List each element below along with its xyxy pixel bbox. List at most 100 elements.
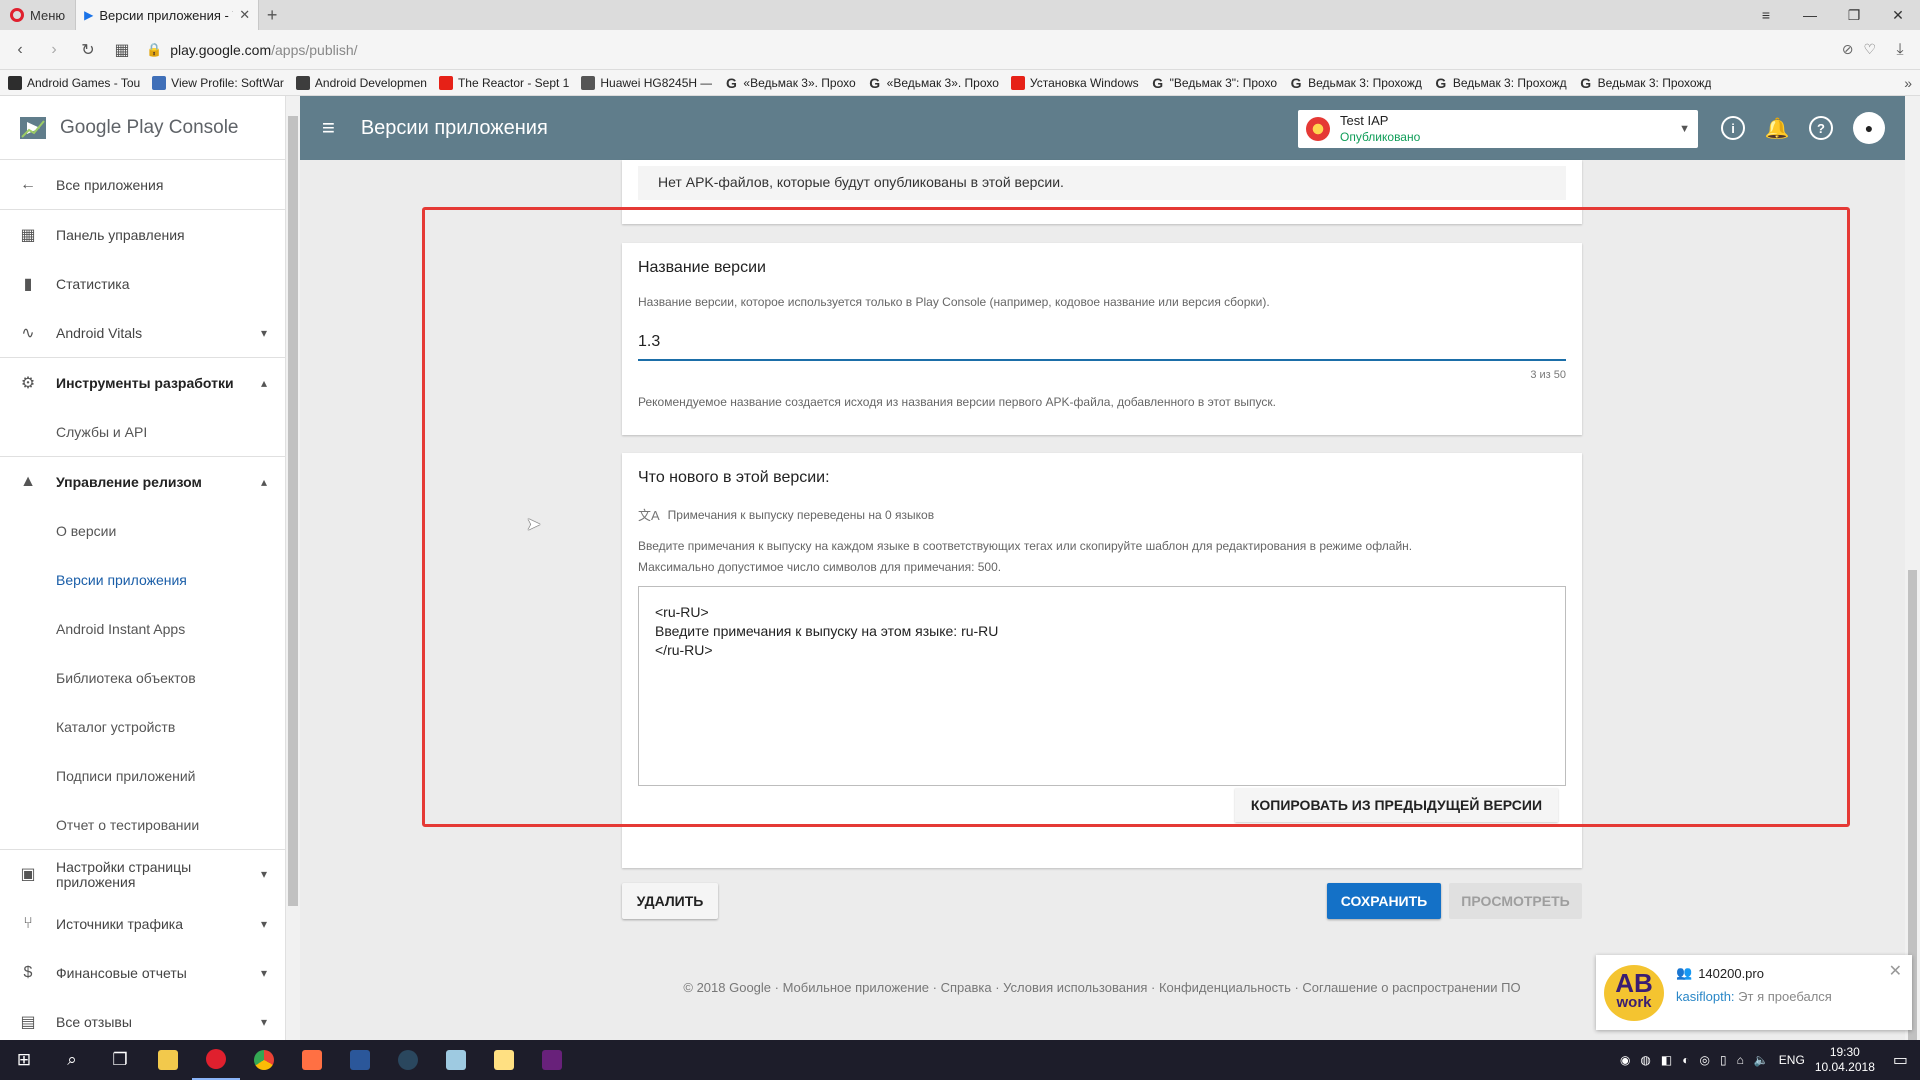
bell-icon[interactable]: 🔔	[1765, 116, 1790, 140]
notepad-icon[interactable]	[432, 1040, 480, 1080]
sidebar-item-all-apps[interactable]: ← Все приложения	[0, 160, 285, 209]
task-view-icon[interactable]: ❐	[96, 1040, 144, 1080]
release-notes-textarea[interactable]: <ru-RU> Введите примечания к выпуску на …	[638, 586, 1566, 786]
bookmark-heart-icon[interactable]: ♡	[1863, 41, 1876, 58]
windows-start-icon[interactable]: ⊞	[0, 1040, 48, 1080]
bookmark-item[interactable]: G Ведьмак 3: Прохожд	[1289, 76, 1422, 90]
sidebar-item-statistics[interactable]: ▮ Статистика	[0, 259, 285, 308]
steam-icon[interactable]	[384, 1040, 432, 1080]
sidebar-item-app-signing[interactable]: Подписи приложений	[0, 751, 285, 800]
opera-menu-label: Меню	[30, 7, 66, 23]
footer-links[interactable]: © 2018 Google · Мобильное приложение · С…	[622, 980, 1582, 995]
info-icon[interactable]: i	[1721, 116, 1745, 140]
tray-app-icon[interactable]: ◐	[1682, 1053, 1689, 1067]
app-name: Test IAP	[1340, 113, 1389, 128]
visual-studio-icon[interactable]	[528, 1040, 576, 1080]
bookmark-item[interactable]: The Reactor - Sept 1	[438, 75, 569, 90]
opera-menu-button[interactable]: Меню	[0, 0, 75, 30]
action-center-icon[interactable]: ▭	[1893, 1050, 1908, 1070]
clock[interactable]: 19:30 10.04.2018	[1815, 1045, 1875, 1075]
file-explorer-icon[interactable]	[144, 1040, 192, 1080]
bookmark-item[interactable]: G Ведьмак 3: Прохожд	[1579, 76, 1711, 90]
chat-notification[interactable]: AB work 👥 140200.pro kasiflopth: Эт я пр…	[1596, 955, 1912, 1030]
sidebar-item-app-releases[interactable]: Версии приложения	[0, 555, 285, 604]
minimize-button[interactable]: —	[1788, 0, 1832, 30]
bookmark-item[interactable]: G Ведьмак 3: Прохожд	[1434, 76, 1566, 90]
menu-icon[interactable]: ≡	[322, 115, 335, 141]
forward-icon[interactable]: ›	[44, 41, 64, 59]
sidebar-item-dashboard[interactable]: ▦ Панель управления	[0, 210, 285, 259]
network-icon[interactable]: ⌂	[1737, 1053, 1744, 1067]
url-field[interactable]: 🔒 play.google.com/apps/publish/	[146, 37, 1828, 63]
sidebar-item-all-reviews[interactable]: ▤ Все отзывы ▾	[0, 997, 285, 1040]
chrome-icon[interactable]	[240, 1040, 288, 1080]
app-icon	[1306, 117, 1330, 141]
save-button[interactable]: СОХРАНИТЬ	[1327, 883, 1441, 919]
browser-tab[interactable]: ▶ Версии приложения - Te ✕	[75, 0, 260, 30]
sidebar-item-test-report[interactable]: Отчет о тестировании	[0, 800, 285, 849]
new-tab-button[interactable]: +	[259, 5, 285, 26]
discord-tray-icon[interactable]: ◍	[1640, 1053, 1650, 1067]
brand[interactable]: Google Play Console	[0, 96, 285, 160]
opera-taskbar-icon[interactable]	[192, 1040, 240, 1080]
notes-char-limit: Максимально допустимое число символов дл…	[638, 560, 1002, 574]
help-icon[interactable]: ?	[1809, 116, 1833, 140]
language-indicator[interactable]: ENG	[1779, 1053, 1805, 1067]
bookmark-item[interactable]: Android Developmen	[295, 75, 427, 90]
tray-app-icon[interactable]: ◧	[1661, 1053, 1672, 1067]
reload-icon[interactable]: ↻	[78, 40, 98, 60]
close-window-button[interactable]: ✕	[1876, 0, 1920, 30]
bookmark-item[interactable]: Huawei HG8245H —	[581, 75, 712, 90]
app-taskbar-icon[interactable]	[288, 1040, 336, 1080]
play-console-logo-icon	[20, 116, 46, 139]
download-icon[interactable]: ⤓	[1890, 41, 1910, 59]
dev-tools-icon: ⚙	[20, 374, 36, 392]
sidebar-scrollbar-thumb[interactable]	[288, 116, 298, 906]
sidebar-item-dev-tools[interactable]: ⚙ Инструменты разработки ▴	[0, 358, 285, 407]
sidebar-item-about-version[interactable]: О версии	[0, 506, 285, 555]
preview-button[interactable]: ПРОСМОТРЕТЬ	[1449, 883, 1582, 919]
paint-icon[interactable]	[480, 1040, 528, 1080]
bookmark-item[interactable]: G "Ведьмак 3": Прохо	[1151, 76, 1277, 90]
bookmark-item[interactable]: G «Ведьмак 3». Прохо	[724, 75, 856, 90]
sidebar-item-android-vitals[interactable]: ∿ Android Vitals ▾	[0, 308, 285, 357]
version-name-input[interactable]: 1.3	[638, 333, 1566, 361]
notification-sender: kasiflopth:	[1676, 989, 1735, 1004]
maximize-button[interactable]: ❐	[1832, 0, 1876, 30]
opera-logo-icon	[10, 8, 24, 22]
copy-from-previous-button[interactable]: КОПИРОВАТЬ ИЗ ПРЕДЫДУЩЕЙ ВЕРСИИ	[1234, 788, 1558, 822]
bookmark-item[interactable]: Установка Windows	[1010, 75, 1139, 90]
sidebar-item-services-api[interactable]: Службы и API	[0, 407, 285, 456]
bookmark-item[interactable]: Android Games - Tou	[8, 75, 140, 90]
word-icon[interactable]	[336, 1040, 384, 1080]
char-counter: 3 из 50	[1530, 369, 1566, 381]
tray-app-icon[interactable]: ◎	[1700, 1053, 1710, 1067]
avatar[interactable]: ●	[1853, 112, 1885, 144]
bookmarks-overflow-icon[interactable]: »	[1904, 75, 1912, 91]
delete-button[interactable]: УДАЛИТЬ	[622, 883, 718, 919]
volume-icon[interactable]: 🔈	[1754, 1053, 1769, 1067]
sidebar-item-artifact-library[interactable]: Библиотека объектов	[0, 653, 285, 702]
sidebar-item-financial-reports[interactable]: $ Финансовые отчеты ▾	[0, 948, 285, 997]
adblock-icon[interactable]: ⊘	[1842, 41, 1854, 58]
battery-icon[interactable]: ▯	[1720, 1053, 1727, 1067]
steam-tray-icon[interactable]: ◉	[1620, 1053, 1630, 1067]
speed-dial-icon[interactable]: ▦	[112, 40, 132, 60]
tab-menu-icon[interactable]: ≡	[1744, 0, 1788, 30]
version-name-hint: Рекомендуемое название создается исходя …	[638, 395, 1277, 409]
tab-close-icon[interactable]: ✕	[239, 7, 250, 23]
back-icon[interactable]: ‹	[10, 41, 30, 59]
app-selector[interactable]: Test IAP Опубликовано ▼	[1298, 110, 1698, 148]
bar-chart-icon: ▮	[23, 275, 33, 293]
sidebar-item-release-management[interactable]: ▲ Управление релизом ▴	[0, 457, 285, 506]
search-icon[interactable]: ⌕	[48, 1040, 96, 1080]
sidebar-item-store-settings[interactable]: ▣ Настройки страницы приложения ▾	[0, 850, 285, 899]
sidebar-item-device-catalog[interactable]: Каталог устройств	[0, 702, 285, 751]
sidebar-item-traffic-sources[interactable]: ⑂ Источники трафика ▾	[0, 899, 285, 948]
bookmark-item[interactable]: G «Ведьмак 3». Прохо	[868, 76, 999, 90]
abwork-logo: AB work	[1604, 965, 1664, 1021]
sidebar-item-instant-apps[interactable]: Android Instant Apps	[0, 604, 285, 653]
close-icon[interactable]: ✕	[1889, 961, 1902, 981]
g-icon: G	[725, 75, 737, 90]
bookmark-item[interactable]: View Profile: SoftWar	[152, 75, 284, 90]
